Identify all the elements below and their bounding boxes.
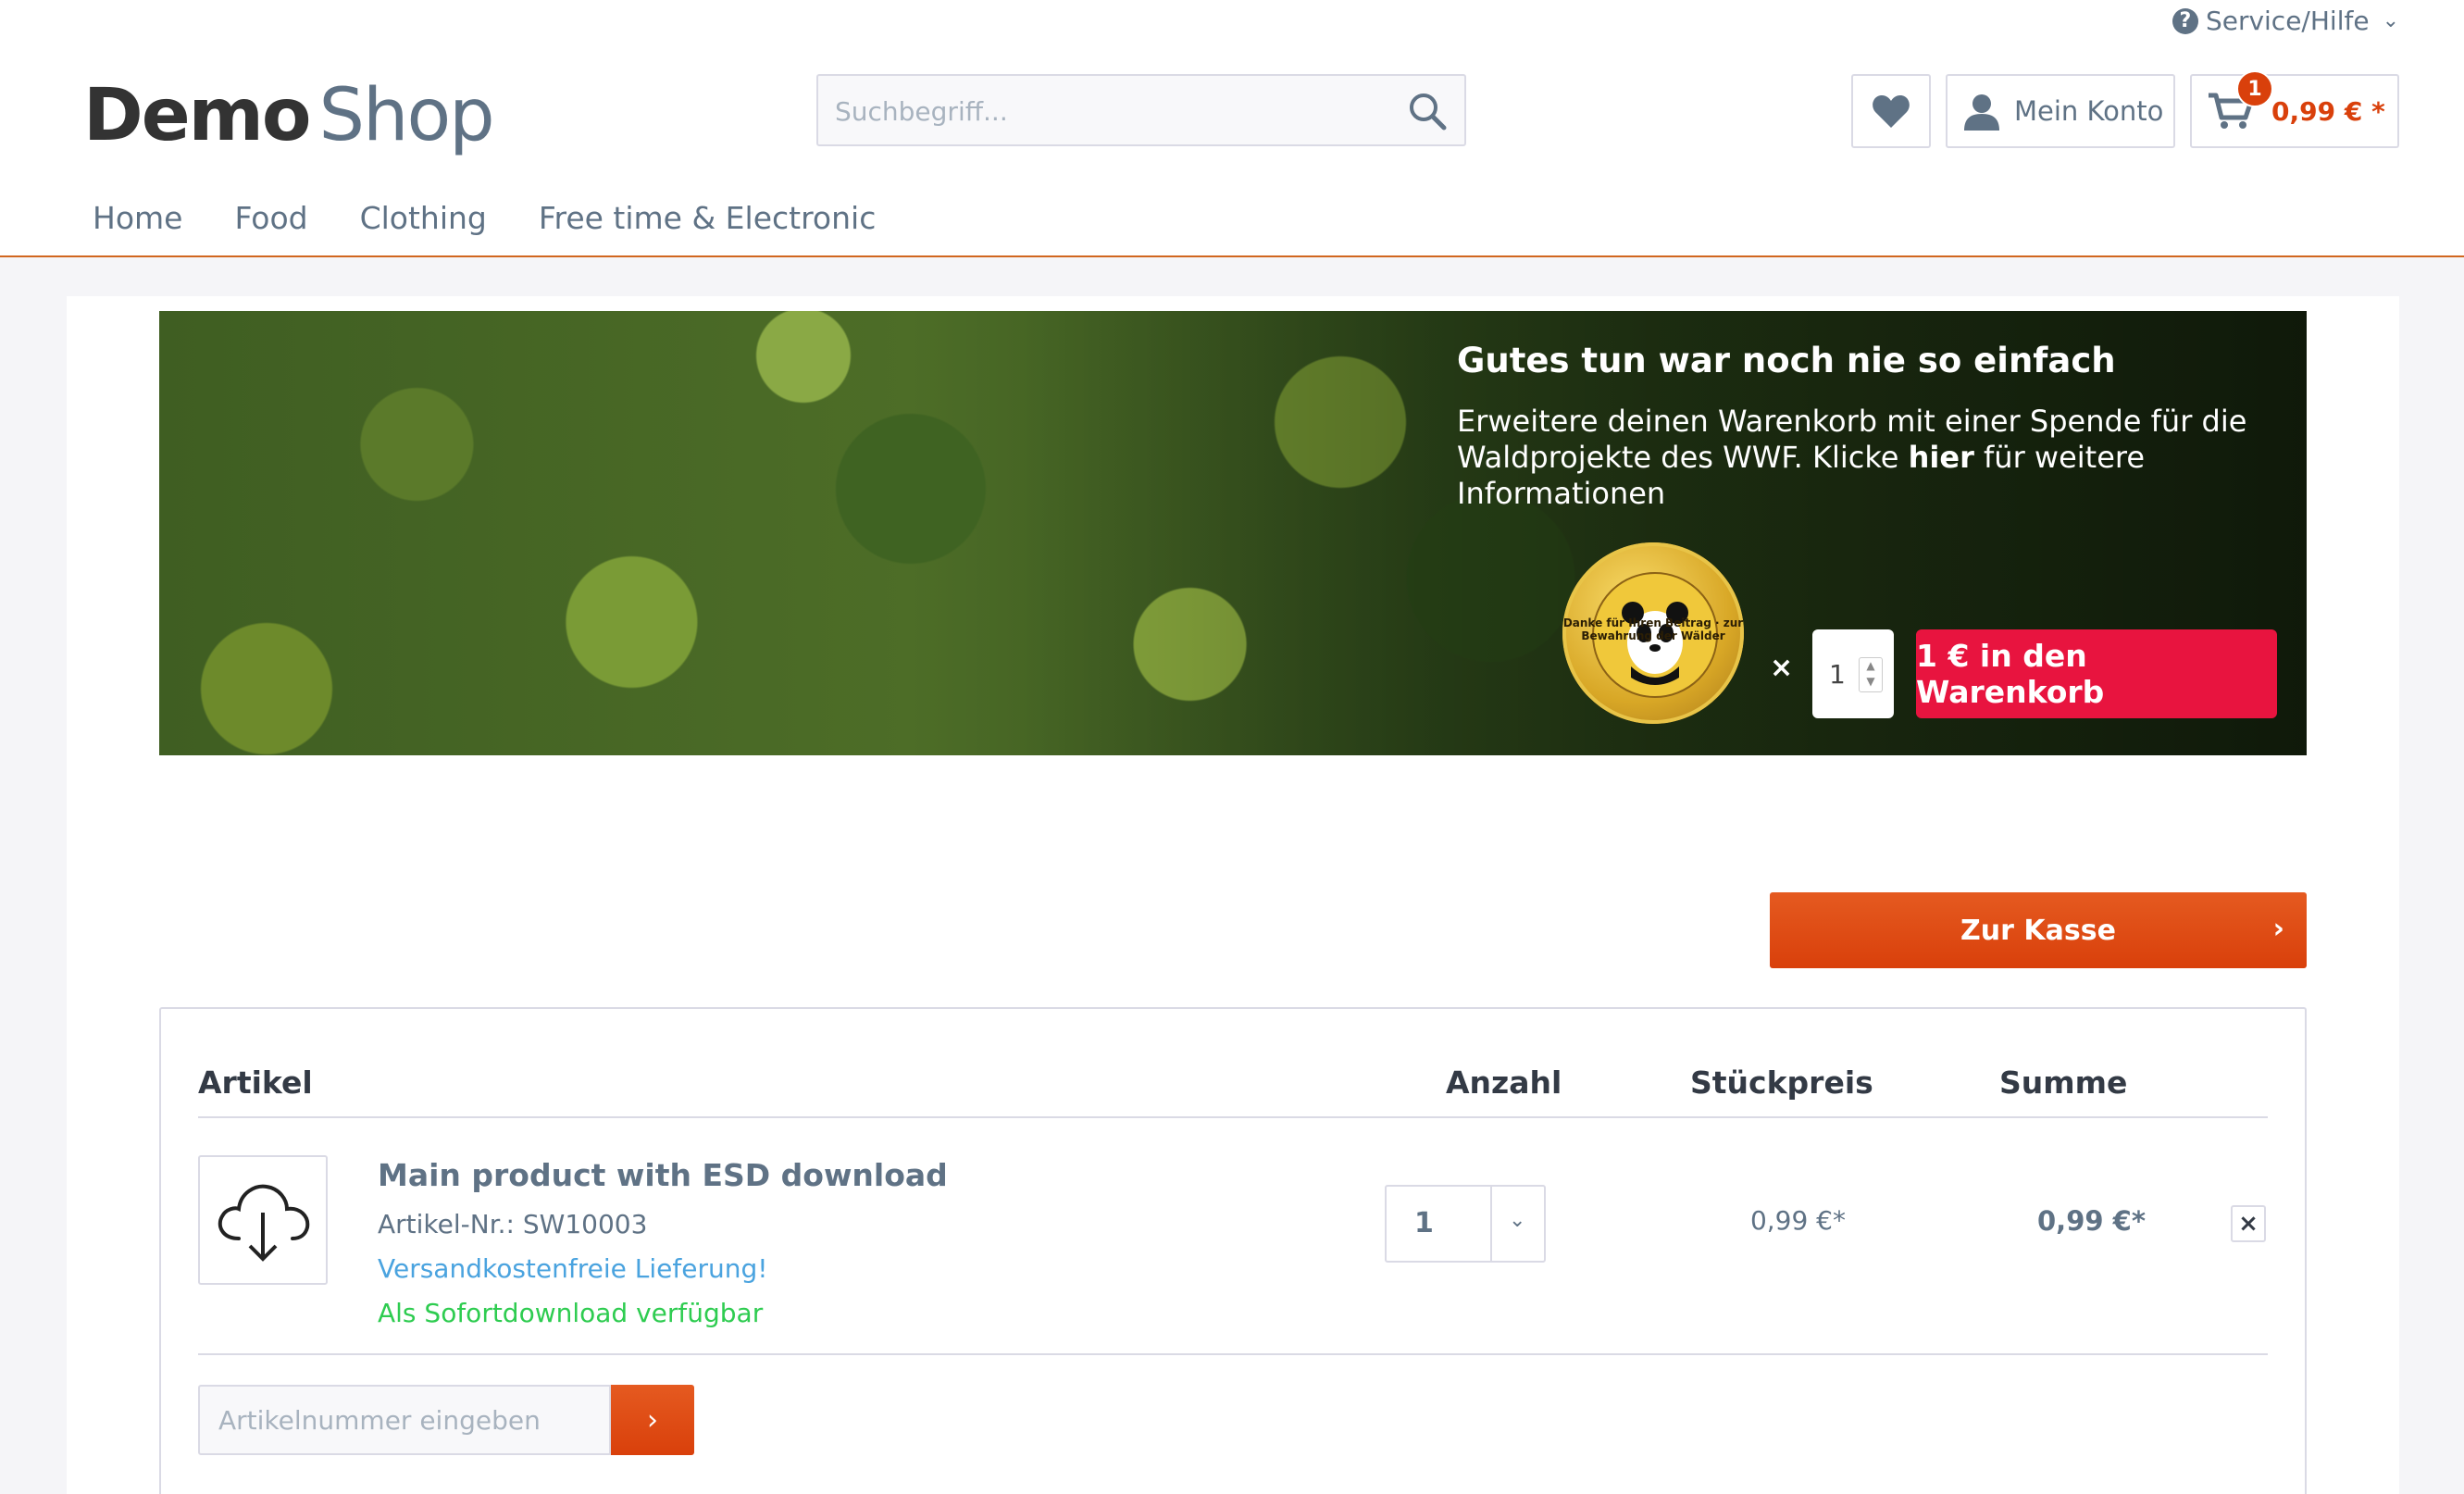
wwf-seal: Danke für Ihren Beitrag · zur Bewahrung … [1562,542,1744,724]
help-icon: ? [2172,7,2198,34]
chevron-down-icon: ⌄ [1509,1209,1526,1232]
account-label: Mein Konto [2014,95,2164,127]
donation-quantity-value: 1 [1829,658,1846,690]
wishlist-button[interactable] [1851,74,1931,148]
spinner-arrows-icon[interactable]: ▲ ▼ [1859,657,1883,692]
cart-button[interactable]: 1 0,99 € * [2190,70,2399,148]
divider [198,1353,2268,1355]
main-navigation: Home Food Clothing Free time & Electroni… [93,200,927,236]
multiply-icon: × [1770,652,1794,684]
product-image[interactable] [198,1155,328,1285]
seal-text: Danke für Ihren Beitrag · zur Bewahrung … [1562,616,1744,642]
nav-item-clothing[interactable]: Clothing [360,200,487,236]
availability-info: Als Sofortdownload verfügbar [378,1298,764,1328]
close-icon: × [2238,1210,2259,1238]
nav-item-home[interactable]: Home [93,200,182,236]
cart-table: Artikel Anzahl Stückpreis Summe Main pro… [159,1007,2307,1494]
banner-info-link[interactable]: hier [1909,440,1974,475]
banner-text: Erweitere deinen Warenkorb mit einer Spe… [1457,404,2253,512]
cloud-download-icon [218,1184,310,1262]
logo-demo-text: Demo [83,74,312,157]
quantity-select[interactable]: 1 ⌄ [1385,1185,1546,1263]
search-placeholder: Suchbegriff... [835,96,1008,127]
cart-total: 0,99 € * [2271,95,2385,127]
cart-count-badge: 1 [2236,70,2273,107]
donation-quantity-input[interactable]: 1 ▲ ▼ [1812,629,1894,718]
account-button[interactable]: Mein Konto [1946,74,2175,148]
remove-item-button[interactable]: × [2231,1205,2266,1242]
service-help-menu[interactable]: ? Service/Hilfe ⌄ [2172,6,2399,36]
column-header-unit-price: Stückpreis [1690,1064,1873,1101]
article-number-placeholder: Artikelnummer eingeben [218,1405,541,1436]
quantity-value: 1 [1414,1207,1434,1239]
add-article-button[interactable]: › [611,1385,694,1455]
chevron-right-icon: › [647,1403,658,1437]
product-number: Artikel-Nr.: SW10003 [378,1209,648,1239]
donate-add-to-cart-button[interactable]: 1 € in den Warenkorb [1916,629,2277,718]
shipping-info: Versandkostenfreie Lieferung! [378,1253,768,1284]
unit-price: 0,99 €* [1749,1205,1846,1236]
divider [198,1116,2268,1118]
service-help-label: Service/Hilfe [2205,6,2370,36]
article-number-input[interactable]: Artikelnummer eingeben [198,1385,611,1455]
column-header-article: Artikel [198,1064,313,1101]
user-icon [1964,94,1999,131]
product-name-link[interactable]: Main product with ESD download [378,1157,948,1193]
wwf-donation-banner: Gutes tun war noch nie so einfach Erweit… [159,311,2307,755]
select-separator [1490,1187,1492,1261]
heart-icon [1873,95,1910,128]
chevron-right-icon: › [2272,913,2284,945]
header: ? Service/Hilfe ⌄ Demo Shop Suchbegriff..… [0,0,2464,257]
checkout-button[interactable]: Zur Kasse › [1770,892,2307,968]
chevron-down-icon: ⌄ [2382,9,2399,32]
line-total: 0,99 €* [2037,1205,2146,1237]
shop-logo[interactable]: Demo Shop [83,74,495,157]
checkout-button-label: Zur Kasse [1960,914,2116,947]
search-icon[interactable] [1407,91,1448,135]
column-header-quantity: Anzahl [1446,1064,1562,1101]
nav-item-food[interactable]: Food [234,200,307,236]
search-input[interactable]: Suchbegriff... [816,74,1466,146]
logo-shop-text: Shop [318,74,495,157]
banner-title: Gutes tun war noch nie so einfach [1457,341,2116,380]
column-header-total: Summe [1999,1064,2128,1101]
nav-item-free-time-electronic[interactable]: Free time & Electronic [539,200,876,236]
